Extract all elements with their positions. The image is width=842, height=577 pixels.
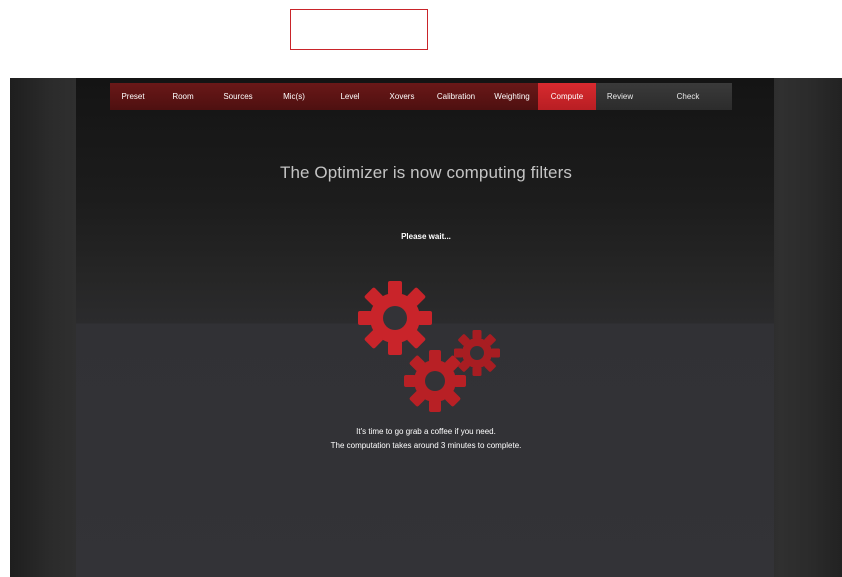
step-weighting[interactable]: Weighting <box>486 83 538 110</box>
step-check[interactable]: Check <box>644 83 732 110</box>
large-gear-icon <box>358 281 432 355</box>
highlight-box <box>290 9 428 50</box>
step-review[interactable]: Review <box>596 83 644 110</box>
step-calibration[interactable]: Calibration <box>426 83 486 110</box>
small-gear-icon <box>454 330 500 376</box>
step-xovers[interactable]: Xovers <box>378 83 426 110</box>
step-level[interactable]: Level <box>322 83 378 110</box>
step-preset[interactable]: Preset <box>110 83 156 110</box>
app-window: Preset Room Sources Mic(s) Level Xovers … <box>10 78 842 577</box>
step-navigation: Preset Room Sources Mic(s) Level Xovers … <box>110 83 732 110</box>
wait-message: Please wait... <box>401 232 451 241</box>
coffee-message: It's time to go grab a coffee if you nee… <box>356 427 496 436</box>
step-compute[interactable]: Compute <box>538 83 596 110</box>
page-title: The Optimizer is now computing filters <box>280 163 572 182</box>
step-room[interactable]: Room <box>156 83 210 110</box>
step-sources[interactable]: Sources <box>210 83 266 110</box>
duration-message: The computation takes around 3 minutes t… <box>330 441 522 450</box>
gears-icon <box>355 278 505 413</box>
screen: Preset Room Sources Mic(s) Level Xovers … <box>0 0 842 577</box>
step-mics[interactable]: Mic(s) <box>266 83 322 110</box>
